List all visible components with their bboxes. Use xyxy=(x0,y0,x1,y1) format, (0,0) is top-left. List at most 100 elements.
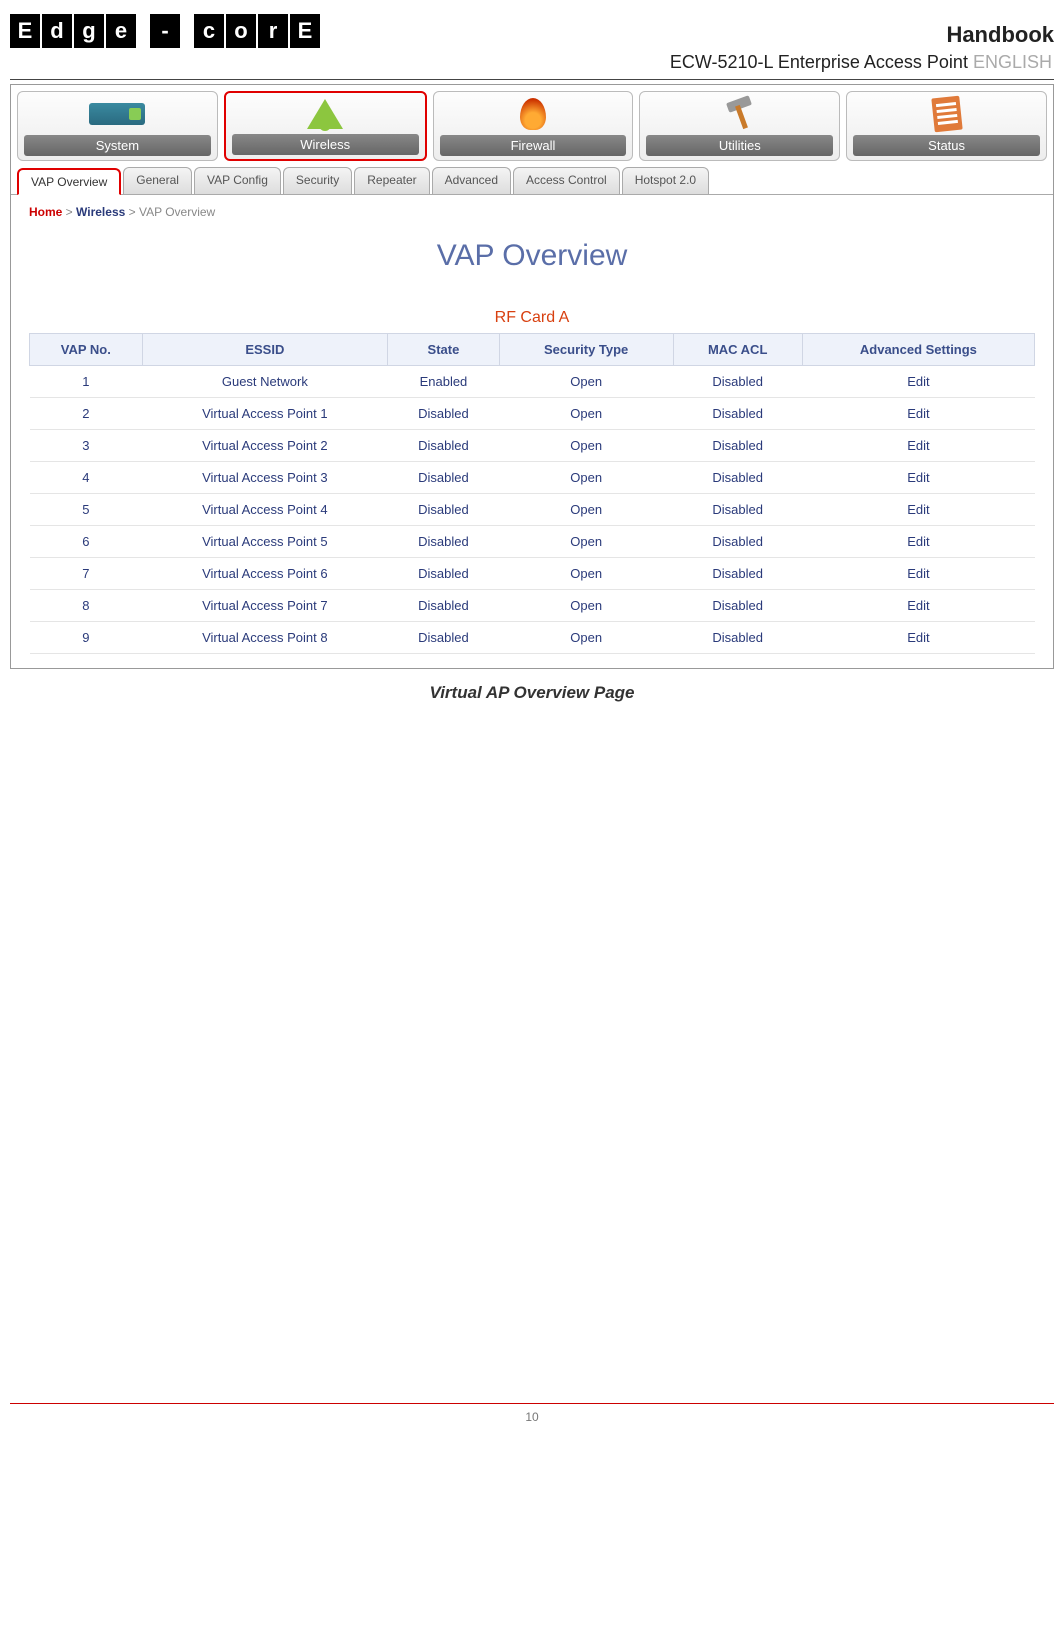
macacl-link[interactable]: Disabled xyxy=(673,494,802,526)
router-icon xyxy=(89,103,145,125)
state-link[interactable]: Disabled xyxy=(388,590,500,622)
state-link[interactable]: Disabled xyxy=(388,430,500,462)
security-link[interactable]: Open xyxy=(499,430,673,462)
macacl-link[interactable]: Disabled xyxy=(673,430,802,462)
logo-char: E xyxy=(10,14,40,48)
logo-char: r xyxy=(258,14,288,48)
macacl-link[interactable]: Disabled xyxy=(673,622,802,654)
status-icon xyxy=(931,95,962,132)
essid-link[interactable]: Virtual Access Point 4 xyxy=(142,494,387,526)
main-nav: System Wireless Firewall Utilities Status xyxy=(11,85,1053,163)
logo-char: E xyxy=(290,14,320,48)
state-link[interactable]: Disabled xyxy=(388,398,500,430)
state-link[interactable]: Disabled xyxy=(388,558,500,590)
essid-link[interactable]: Virtual Access Point 2 xyxy=(142,430,387,462)
state-link[interactable]: Disabled xyxy=(388,526,500,558)
essid-link[interactable]: Virtual Access Point 3 xyxy=(142,462,387,494)
nav-system-button[interactable]: System xyxy=(17,91,218,161)
vap-no: 7 xyxy=(30,558,143,590)
security-link[interactable]: Open xyxy=(499,622,673,654)
vap-no: 5 xyxy=(30,494,143,526)
essid-link[interactable]: Virtual Access Point 7 xyxy=(142,590,387,622)
tab-repeater[interactable]: Repeater xyxy=(354,167,429,194)
essid-link[interactable]: Virtual Access Point 5 xyxy=(142,526,387,558)
logo-char: o xyxy=(226,14,256,48)
state-link[interactable]: Enabled xyxy=(388,366,500,398)
table-header: State xyxy=(388,334,500,366)
edgecore-logo: Edge-corE xyxy=(10,14,320,48)
vap-no: 2 xyxy=(30,398,143,430)
tab-vap-overview[interactable]: VAP Overview xyxy=(17,168,121,195)
nav-utilities-button[interactable]: Utilities xyxy=(639,91,840,161)
security-link[interactable]: Open xyxy=(499,398,673,430)
edit-link[interactable]: Edit xyxy=(802,462,1034,494)
macacl-link[interactable]: Disabled xyxy=(673,590,802,622)
state-link[interactable]: Disabled xyxy=(388,622,500,654)
tab-hotspot-2-0[interactable]: Hotspot 2.0 xyxy=(622,167,709,194)
edit-link[interactable]: Edit xyxy=(802,430,1034,462)
breadcrumb-wireless[interactable]: Wireless xyxy=(76,205,125,219)
macacl-link[interactable]: Disabled xyxy=(673,462,802,494)
state-link[interactable]: Disabled xyxy=(388,462,500,494)
essid-link[interactable]: Guest Network xyxy=(142,366,387,398)
document-subtitle: ECW-5210-L Enterprise Access Point ENGLI… xyxy=(10,50,1054,80)
page-footer: 10 xyxy=(10,1403,1054,1444)
state-link[interactable]: Disabled xyxy=(388,494,500,526)
firewall-icon xyxy=(520,98,546,130)
tab-access-control[interactable]: Access Control xyxy=(513,167,620,194)
breadcrumb: Home > Wireless > VAP Overview xyxy=(29,205,1035,219)
edit-link[interactable]: Edit xyxy=(802,398,1034,430)
rf-card-label: RF Card A xyxy=(29,309,1035,327)
nav-wireless-button[interactable]: Wireless xyxy=(224,91,427,161)
macacl-link[interactable]: Disabled xyxy=(673,366,802,398)
vap-no: 4 xyxy=(30,462,143,494)
nav-label: Utilities xyxy=(646,135,833,156)
nav-status-button[interactable]: Status xyxy=(846,91,1047,161)
table-header: VAP No. xyxy=(30,334,143,366)
nav-label: Status xyxy=(853,135,1040,156)
nav-firewall-button[interactable]: Firewall xyxy=(433,91,634,161)
security-link[interactable]: Open xyxy=(499,558,673,590)
security-link[interactable]: Open xyxy=(499,526,673,558)
table-header: Security Type xyxy=(499,334,673,366)
vap-no: 9 xyxy=(30,622,143,654)
table-row: 1Guest NetworkEnabledOpenDisabledEdit xyxy=(30,366,1035,398)
table-row: 3Virtual Access Point 2DisabledOpenDisab… xyxy=(30,430,1035,462)
hammer-icon xyxy=(721,99,759,129)
edit-link[interactable]: Edit xyxy=(802,590,1034,622)
vap-no: 1 xyxy=(30,366,143,398)
security-link[interactable]: Open xyxy=(499,590,673,622)
figure-caption: Virtual AP Overview Page xyxy=(10,683,1054,703)
logo-char: - xyxy=(150,14,180,48)
macacl-link[interactable]: Disabled xyxy=(673,558,802,590)
macacl-link[interactable]: Disabled xyxy=(673,398,802,430)
breadcrumb-home[interactable]: Home xyxy=(29,205,62,219)
edit-link[interactable]: Edit xyxy=(802,526,1034,558)
table-row: 7Virtual Access Point 6DisabledOpenDisab… xyxy=(30,558,1035,590)
edit-link[interactable]: Edit xyxy=(802,622,1034,654)
nav-label: Wireless xyxy=(232,134,419,155)
tab-security[interactable]: Security xyxy=(283,167,352,194)
table-header: MAC ACL xyxy=(673,334,802,366)
logo-char: e xyxy=(106,14,136,48)
tab-general[interactable]: General xyxy=(123,167,192,194)
tab-advanced[interactable]: Advanced xyxy=(432,167,511,194)
macacl-link[interactable]: Disabled xyxy=(673,526,802,558)
security-link[interactable]: Open xyxy=(499,494,673,526)
table-row: 6Virtual Access Point 5DisabledOpenDisab… xyxy=(30,526,1035,558)
device-name: ECW-5210-L Enterprise Access Point xyxy=(670,52,968,72)
edit-link[interactable]: Edit xyxy=(802,494,1034,526)
language-label: ENGLISH xyxy=(973,52,1052,72)
edit-link[interactable]: Edit xyxy=(802,558,1034,590)
tab-vap-config[interactable]: VAP Config xyxy=(194,167,281,194)
essid-link[interactable]: Virtual Access Point 1 xyxy=(142,398,387,430)
security-link[interactable]: Open xyxy=(499,462,673,494)
screenshot-area: System Wireless Firewall Utilities Status VA… xyxy=(10,84,1054,669)
essid-link[interactable]: Virtual Access Point 6 xyxy=(142,558,387,590)
table-row: 4Virtual Access Point 3DisabledOpenDisab… xyxy=(30,462,1035,494)
essid-link[interactable]: Virtual Access Point 8 xyxy=(142,622,387,654)
page-title: VAP Overview xyxy=(29,239,1035,273)
logo-char: d xyxy=(42,14,72,48)
security-link[interactable]: Open xyxy=(499,366,673,398)
edit-link[interactable]: Edit xyxy=(802,366,1034,398)
